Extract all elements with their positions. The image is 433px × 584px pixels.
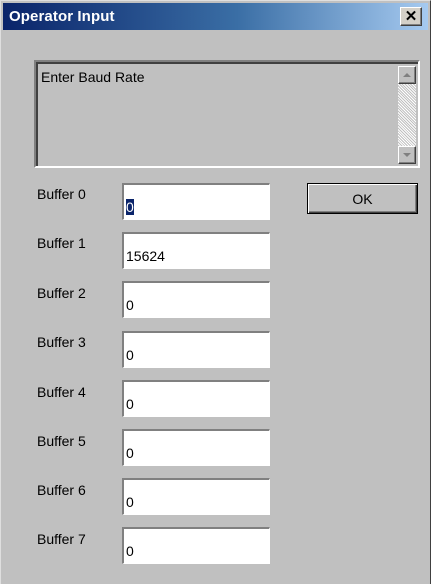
scroll-up-arrow-icon	[403, 73, 411, 77]
buffer-5-input[interactable]: 0	[122, 429, 270, 466]
message-box: Enter Baud Rate	[34, 60, 420, 168]
scroll-down-arrow-icon	[403, 153, 411, 157]
title-bar[interactable]: Operator Input ✕	[3, 3, 428, 30]
window-title: Operator Input	[9, 8, 115, 25]
close-icon: ✕	[404, 8, 418, 25]
buffer-5-label: Buffer 5	[37, 433, 86, 449]
buffer-3-label: Buffer 3	[37, 334, 86, 350]
message-box-inner: Enter Baud Rate	[36, 62, 418, 166]
buffer-0-input[interactable]: 0	[122, 183, 270, 220]
buffer-0-value: 0	[126, 199, 134, 215]
close-button[interactable]: ✕	[400, 7, 422, 26]
operator-input-dialog: Operator Input ✕ Enter Baud Rate OK Buff…	[0, 0, 431, 584]
buffer-6-label: Buffer 6	[37, 482, 86, 498]
message-text: Enter Baud Rate	[41, 69, 145, 85]
buffer-2-label: Buffer 2	[37, 285, 86, 301]
buffer-1-label: Buffer 1	[37, 235, 86, 251]
buffer-2-input[interactable]: 0	[122, 281, 270, 318]
buffer-3-input[interactable]: 0	[122, 331, 270, 368]
buffer-1-input[interactable]: 15624	[122, 232, 270, 269]
buffer-4-label: Buffer 4	[37, 384, 86, 400]
buffer-7-input[interactable]: 0	[122, 527, 270, 564]
vertical-scrollbar[interactable]	[398, 66, 416, 164]
scroll-up-button[interactable]	[398, 66, 416, 84]
buffer-4-input[interactable]: 0	[122, 380, 270, 417]
ok-button[interactable]: OK	[307, 183, 418, 214]
buffer-7-label: Buffer 7	[37, 531, 86, 547]
buffer-6-input[interactable]: 0	[122, 478, 270, 515]
buffer-0-label: Buffer 0	[37, 186, 86, 202]
scroll-down-button[interactable]	[398, 146, 416, 164]
